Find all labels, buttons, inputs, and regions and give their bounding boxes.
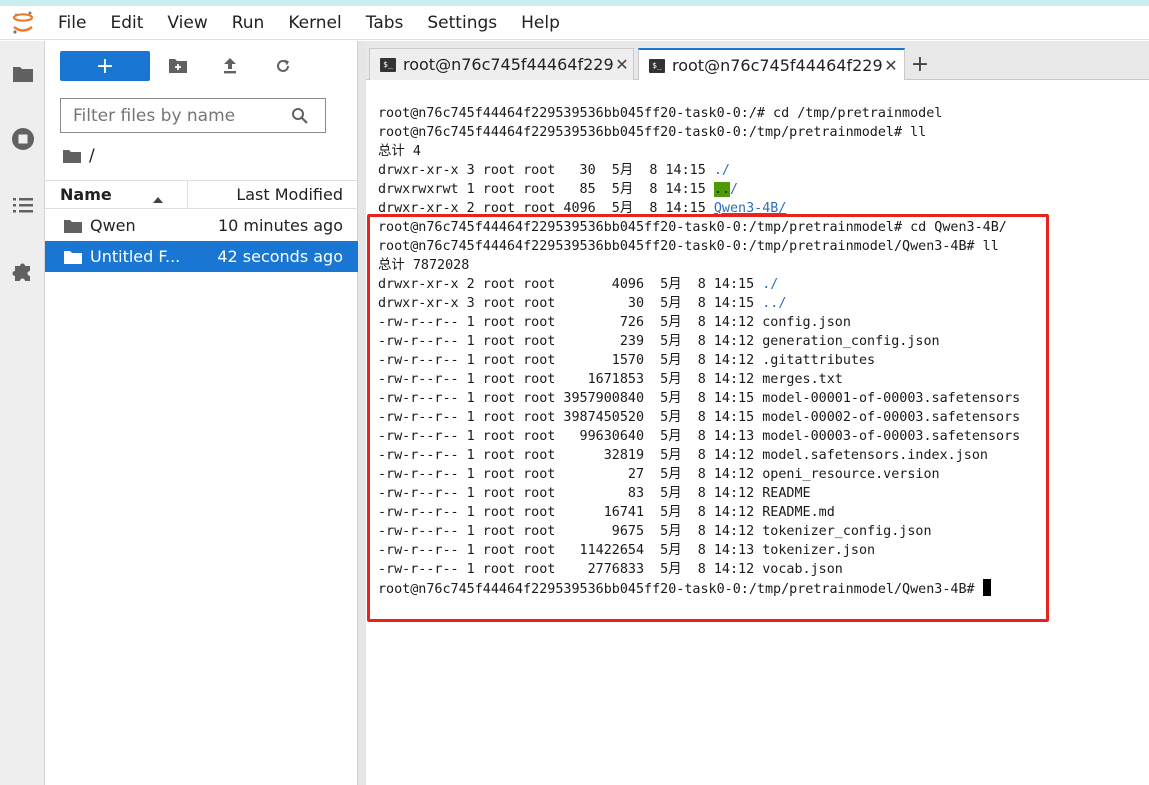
file-row-untitled-folder[interactable]: Untitled F... 42 seconds ago: [45, 241, 358, 272]
terminal-icon: $_: [380, 57, 396, 72]
terminal-line-prefix: drwxr-xr-x 2 root root 4096 5月 8 14:15: [378, 201, 714, 216]
tab-label: root@n76c745f44464f229539536bb045ff20-ta…: [672, 56, 882, 75]
terminal-prompt: root@n76c745f44464f229539536bb045ff20-ta…: [378, 582, 983, 597]
terminal-dir-name: ./: [713, 163, 730, 178]
terminal-line: -rw-r--r-- 1 root root 239 5月 8 14:12 ge…: [378, 334, 940, 349]
terminal-line: root@n76c745f44464f229539536bb045ff20-ta…: [378, 125, 927, 140]
breadcrumb: /: [63, 144, 95, 168]
menu-tabs[interactable]: Tabs: [354, 6, 416, 40]
terminal-dir-suffix: /: [730, 182, 739, 197]
folder-icon: [64, 250, 82, 264]
terminal-line-prefix: drwxr-xr-x 3 root root 30 5月 8 14:15: [378, 163, 714, 178]
menu-kernel[interactable]: Kernel: [276, 6, 353, 40]
terminal-line: -rw-r--r-- 1 root root 9675 5月 8 14:12 t…: [378, 524, 932, 539]
menu-run[interactable]: Run: [220, 6, 277, 40]
terminal-line: root@n76c745f44464f229539536bb045ff20-ta…: [378, 239, 999, 254]
jupyter-logo-icon[interactable]: [0, 6, 46, 40]
terminal-line: -rw-r--r-- 1 root root 99630640 5月 8 14:…: [378, 429, 1021, 444]
sort-ascending-icon: [153, 189, 163, 208]
terminal-line: -rw-r--r-- 1 root root 83 5月 8 14:12 REA…: [378, 486, 811, 501]
terminal-line: -rw-r--r-- 1 root root 2776833 5月 8 14:1…: [378, 562, 843, 577]
terminal-icon: $_: [649, 58, 665, 73]
terminal-line: root@n76c745f44464f229539536bb045ff20-ta…: [378, 106, 943, 121]
terminal-line: root@n76c745f44464f229539536bb045ff20-ta…: [378, 579, 991, 599]
terminal-line: root@n76c745f44464f229539536bb045ff20-ta…: [378, 220, 1007, 235]
breadcrumb-root[interactable]: /: [89, 146, 95, 166]
menu-view[interactable]: View: [155, 6, 219, 40]
terminal-line: -rw-r--r-- 1 root root 3987450520 5月 8 1…: [378, 410, 1021, 425]
terminal-dir-name: ./: [762, 277, 779, 292]
column-modified-label: Last Modified: [236, 185, 343, 204]
menu-edit[interactable]: Edit: [98, 6, 155, 40]
terminal-line: drwxr-xr-x 2 root root 4096 5月 8 14:15 .…: [378, 275, 778, 294]
terminal-line: -rw-r--r-- 1 root root 27 5月 8 14:12 ope…: [378, 467, 940, 482]
column-header-name[interactable]: Name: [45, 181, 188, 208]
new-folder-icon[interactable]: [165, 53, 191, 79]
tab-bar: $_ root@n76c745f44464f229539536bb045ff20…: [366, 41, 1149, 81]
terminal-line: -rw-r--r-- 1 root root 726 5月 8 14:12 co…: [378, 315, 851, 330]
terminal-dir-name: ..: [713, 182, 730, 197]
menu-settings[interactable]: Settings: [415, 6, 509, 40]
column-name-label: Name: [60, 185, 112, 204]
terminal-dir-name: Qwen3-4B: [713, 201, 779, 216]
new-launcher-button[interactable]: +: [60, 51, 150, 81]
activity-bar: [0, 41, 45, 785]
terminal-line-prefix: drwxr-xr-x 2 root root 4096 5月 8 14:15: [378, 277, 763, 292]
running-icon[interactable]: [10, 126, 36, 152]
extension-icon[interactable]: [10, 258, 36, 284]
terminal-line: drwxr-xr-x 2 root root 4096 5月 8 14:15 Q…: [378, 199, 786, 218]
file-name: Untitled F...: [90, 247, 181, 266]
terminal-line-prefix: drwxr-xr-x 3 root root 30 5月 8 14:15: [378, 296, 763, 311]
tab-terminal-1[interactable]: $_ root@n76c745f44464f229539536bb045ff20…: [369, 48, 634, 80]
terminal-line: -rw-r--r-- 1 root root 3957900840 5月 8 1…: [378, 391, 1021, 406]
panel-splitter[interactable]: [358, 41, 366, 785]
file-filter-box: [60, 98, 326, 133]
file-modified: 42 seconds ago: [217, 247, 343, 266]
terminal-line: -rw-r--r-- 1 root root 11422654 5月 8 14:…: [378, 543, 876, 558]
column-header-modified[interactable]: Last Modified: [188, 181, 358, 208]
tab-label: root@n76c745f44464f229539536bb045ff20-ta…: [403, 55, 613, 74]
terminal-dir-name: ../: [762, 296, 787, 311]
toc-icon[interactable]: [10, 192, 36, 218]
menu-bar: File Edit View Run Kernel Tabs Settings Help: [0, 6, 1149, 40]
terminal-line: 总计 7872028: [378, 258, 470, 273]
terminal-line: -rw-r--r-- 1 root root 16741 5月 8 14:12 …: [378, 505, 835, 520]
folder-icon[interactable]: [10, 61, 36, 87]
upload-icon[interactable]: [217, 53, 243, 79]
file-modified: 10 minutes ago: [217, 216, 343, 235]
terminal-cursor: [982, 579, 991, 596]
terminal-line: drwxr-xr-x 3 root root 30 5月 8 14:15 ./: [378, 161, 730, 180]
terminal-line: -rw-r--r-- 1 root root 1671853 5月 8 14:1…: [378, 372, 843, 387]
terminal-line: -rw-r--r-- 1 root root 1570 5月 8 14:12 .…: [378, 353, 876, 368]
terminal-line: -rw-r--r-- 1 root root 32819 5月 8 14:12 …: [378, 448, 988, 463]
file-browser-panel: + / Name Last Modified: [45, 41, 358, 785]
file-name: Qwen: [90, 216, 136, 235]
menu-help[interactable]: Help: [509, 6, 572, 40]
menu-file[interactable]: File: [46, 6, 98, 40]
file-list-header: Name Last Modified: [45, 180, 358, 209]
home-folder-icon[interactable]: [63, 149, 81, 163]
terminal-line: 总计 4: [378, 144, 421, 159]
terminal-line: drwxr-xr-x 3 root root 30 5月 8 14:15 ../: [378, 294, 786, 313]
file-row-qwen[interactable]: Qwen 10 minutes ago: [45, 210, 358, 241]
close-icon[interactable]: ✕: [882, 56, 900, 75]
search-icon[interactable]: [291, 107, 309, 125]
refresh-icon[interactable]: [270, 53, 296, 79]
tab-terminal-2[interactable]: $_ root@n76c745f44464f229539536bb045ff20…: [638, 48, 905, 81]
terminal-dir-suffix: /: [778, 201, 787, 216]
close-icon[interactable]: ✕: [613, 55, 631, 74]
terminal-panel[interactable]: root@n76c745f44464f229539536bb045ff20-ta…: [366, 80, 1149, 785]
terminal-line-prefix: drwxrwxrwt 1 root root 85 5月 8 14:15: [378, 182, 714, 197]
folder-icon: [64, 219, 82, 233]
file-filter-input[interactable]: [61, 105, 291, 126]
add-tab-button[interactable]: +: [906, 50, 934, 78]
terminal-line: drwxrwxrwt 1 root root 85 5月 8 14:15 ../: [378, 180, 738, 199]
